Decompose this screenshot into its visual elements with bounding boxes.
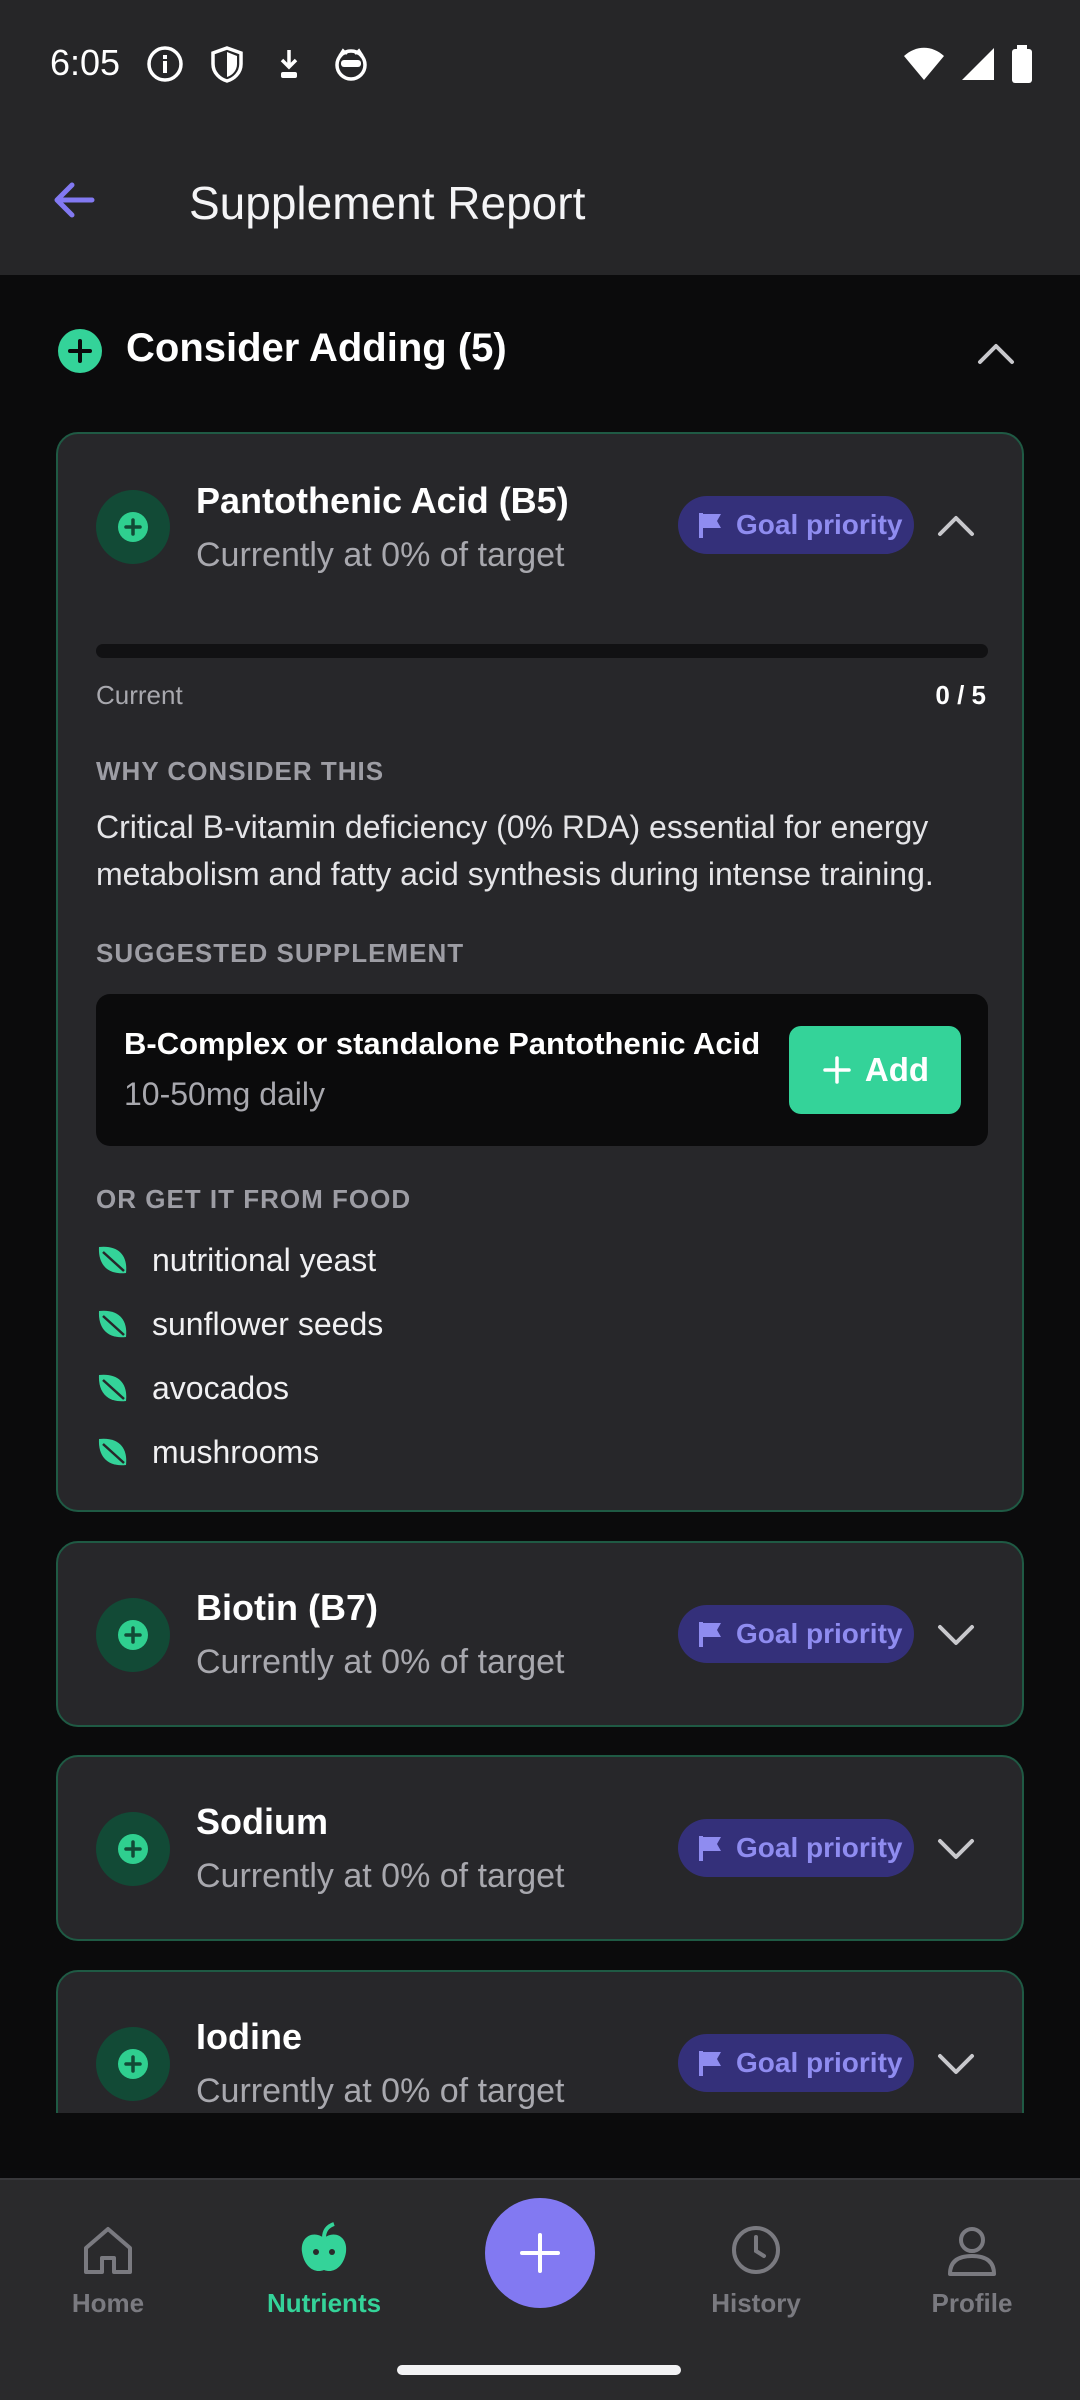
flag-icon <box>699 513 721 538</box>
badge-label: Goal priority <box>736 509 903 540</box>
plus-circle-icon <box>96 490 170 564</box>
plus-circle-icon <box>58 329 102 373</box>
flag-icon <box>699 1622 721 1647</box>
cat-face-icon <box>331 44 371 84</box>
nutrient-card-iodine[interactable]: Iodine Currently at 0% of target Goal pr… <box>56 1970 1024 2113</box>
top-app-bar: 6:05 Supplement Report <box>0 0 1080 275</box>
plus-circle-icon <box>96 1812 170 1886</box>
download-icon <box>269 44 309 84</box>
food-name: sunflower seeds <box>152 1305 384 1342</box>
nutrient-card-sodium[interactable]: Sodium Currently at 0% of target Goal pr… <box>56 1755 1024 1941</box>
nav-item-home[interactable]: Home <box>28 2220 188 2319</box>
signal-icon <box>962 48 994 80</box>
list-clip: Iodine Currently at 0% of target Goal pr… <box>0 1960 1080 2113</box>
clock-icon <box>732 2226 780 2274</box>
plus-icon <box>823 1056 851 1084</box>
flag-icon <box>699 2051 721 2076</box>
wifi-icon <box>904 47 944 80</box>
suggested-supplement-box: B-Complex or standalone Pantothenic Acid… <box>96 994 988 1146</box>
nav-label: Nutrients <box>266 2288 382 2318</box>
food-heading: OR GET IT FROM FOOD <box>96 1184 412 1214</box>
chevron-down-icon[interactable] <box>936 1615 976 1655</box>
goal-priority-badge: Goal priority <box>678 2034 914 2092</box>
nutrient-card-biotin[interactable]: Biotin (B7) Currently at 0% of target Go… <box>56 1541 1024 1727</box>
status-bar: 6:05 <box>0 0 1080 130</box>
nutrient-status: Currently at 0% of target <box>196 2072 565 2110</box>
nutrient-status: Currently at 0% of target <box>196 1643 565 1681</box>
nutrient-name: Iodine <box>196 2016 302 2057</box>
supplement-name: B-Complex or standalone Pantothenic Acid <box>124 1026 761 1061</box>
food-name: avocados <box>152 1369 289 1406</box>
food-item: mushrooms <box>96 1430 319 1474</box>
add-fab-button[interactable] <box>485 2198 595 2308</box>
shield-icon <box>207 44 247 84</box>
nutrient-name: Biotin (B7) <box>196 1587 378 1628</box>
progress-value: 0 / 5 <box>935 680 986 710</box>
nutrient-name: Pantothenic Acid (B5) <box>196 480 569 521</box>
nutrient-name: Sodium <box>196 1801 328 1842</box>
chevron-down-icon[interactable] <box>936 2044 976 2084</box>
badge-label: Goal priority <box>736 1832 903 1863</box>
goal-priority-badge: Goal priority <box>678 1819 914 1877</box>
leaf-icon <box>98 1310 127 1338</box>
supplement-dose: 10-50mg daily <box>124 1076 325 1112</box>
page-title: Supplement Report <box>189 177 586 229</box>
nav-item-history[interactable]: History <box>676 2220 836 2319</box>
goal-priority-badge: Goal priority <box>678 496 914 554</box>
chevron-up-icon[interactable] <box>976 334 1016 374</box>
nav-label: Home <box>71 2288 145 2318</box>
leaf-icon <box>98 1374 127 1402</box>
chevron-up-icon[interactable] <box>936 506 976 546</box>
battery-icon <box>1012 45 1032 83</box>
nav-item-profile[interactable]: Profile <box>892 2220 1052 2319</box>
food-item: sunflower seeds <box>96 1302 383 1346</box>
nutrient-card-pantothenic-acid: Pantothenic Acid (B5) Currently at 0% of… <box>56 432 1024 1512</box>
flag-icon <box>699 1836 721 1861</box>
chevron-down-icon[interactable] <box>936 1829 976 1869</box>
plus-circle-icon <box>96 2027 170 2101</box>
plus-icon <box>520 2233 560 2273</box>
badge-label: Goal priority <box>736 2047 903 2078</box>
back-arrow-icon[interactable] <box>46 172 102 228</box>
plus-circle-icon <box>96 1598 170 1672</box>
section-title: Consider Adding (5) <box>126 326 507 370</box>
apple-icon <box>301 2222 347 2272</box>
why-heading: WHY CONSIDER THIS <box>96 756 385 786</box>
goal-priority-badge: Goal priority <box>678 1605 914 1663</box>
home-icon <box>84 2227 132 2274</box>
leaf-icon <box>98 1246 127 1274</box>
status-time: 6:05 <box>50 42 121 83</box>
supplement-heading: SUGGESTED SUPPLEMENT <box>96 938 465 968</box>
leaf-icon <box>98 1438 127 1466</box>
badge-label: Goal priority <box>736 1618 903 1649</box>
progress-label: Current <box>96 680 183 710</box>
food-item: avocados <box>96 1366 289 1410</box>
nav-item-nutrients[interactable]: Nutrients <box>244 2220 404 2319</box>
food-item: nutritional yeast <box>96 1238 376 1282</box>
progress-bar <box>96 644 988 658</box>
info-icon <box>145 44 185 84</box>
nav-label: Profile <box>931 2288 1013 2318</box>
nutrient-status: Currently at 0% of target <box>196 1857 565 1895</box>
add-supplement-button[interactable]: Add <box>789 1026 961 1114</box>
home-indicator <box>397 2365 681 2375</box>
person-icon <box>948 2227 996 2276</box>
nav-label: History <box>711 2288 801 2318</box>
why-text: Critical B-vitamin deficiency (0% RDA) e… <box>96 809 934 892</box>
food-name: nutritional yeast <box>152 1241 377 1278</box>
add-button-label: Add <box>864 1051 930 1088</box>
food-name: mushrooms <box>152 1433 320 1470</box>
nutrient-status: Currently at 0% of target <box>196 536 565 574</box>
